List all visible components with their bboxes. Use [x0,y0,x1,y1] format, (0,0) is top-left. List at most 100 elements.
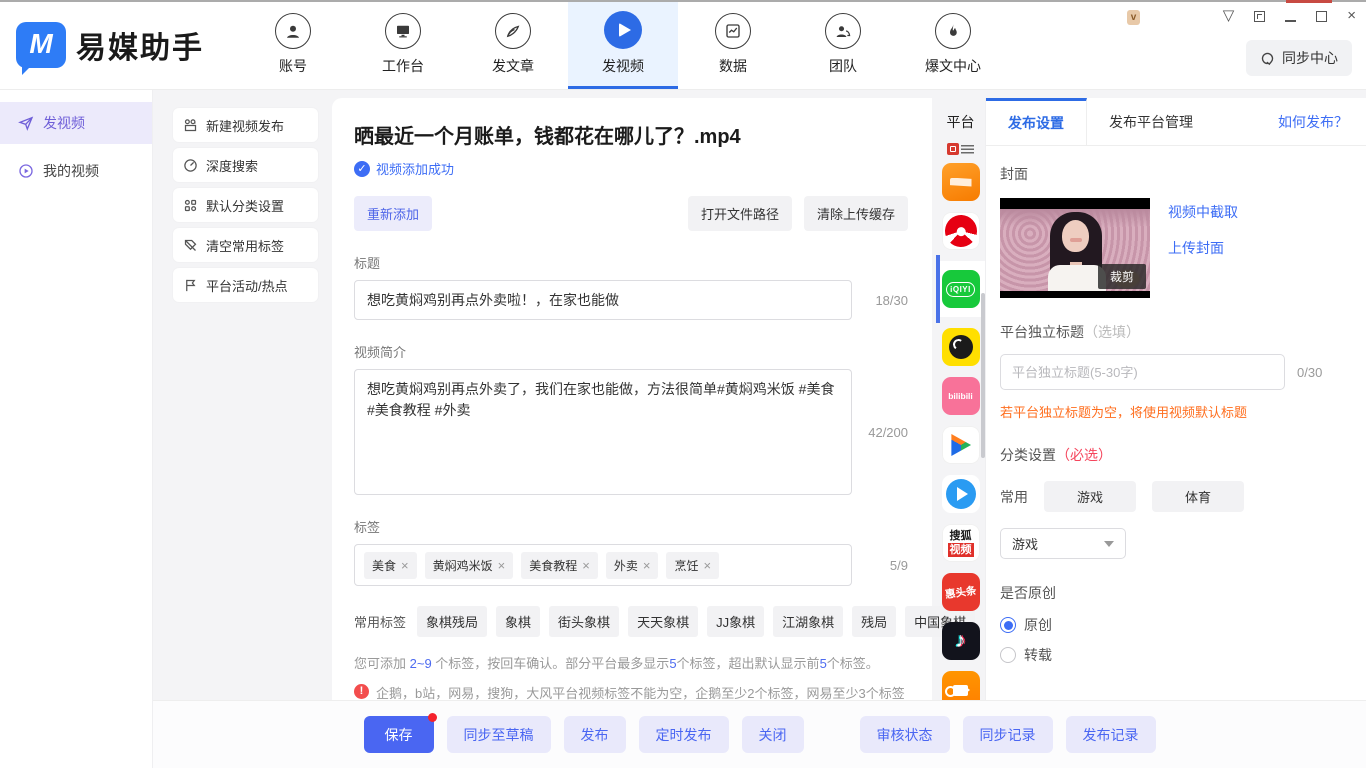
sync-center-button[interactable]: 同步中心 [1246,40,1352,76]
nav-item-team[interactable]: 团队 [788,0,898,89]
tool-clear-common-tags[interactable]: 清空常用标签 [173,228,318,262]
platform-icon-mini[interactable] [946,143,976,155]
chevron-down-icon [1104,541,1114,547]
tag-chip: 美食教程 [521,552,598,579]
popout-icon[interactable] [1254,11,1265,22]
sync-to-draft-button[interactable]: 同步至草稿 [447,716,551,753]
platform-icon-douyin[interactable]: ♪ [942,622,980,660]
cover-thumbnail[interactable]: 裁剪 [1000,198,1150,298]
platform-icon-iqiyi-selected[interactable]: iQIYI [936,261,985,317]
common-tag[interactable]: 残局 [852,606,896,637]
independent-title-counter: 0/30 [1297,365,1322,380]
independent-title-label: 平台独立标题（选填） [1000,322,1346,342]
nav-item-publish-article[interactable]: 发文章 [458,0,568,89]
platform-icon-sohu-video[interactable]: 搜狐视频 [942,524,980,562]
title-input[interactable] [354,280,852,320]
nav-item-workbench[interactable]: 工作台 [348,0,458,89]
nav-item-publish-video[interactable]: 发视频 [568,0,678,89]
play-circle-icon [18,163,34,179]
open-file-path-button[interactable]: 打开文件路径 [688,196,792,231]
tab-publish-settings[interactable]: 发布设置 [986,98,1087,145]
tag-chip: 美食 [364,552,417,579]
menu-filter-icon[interactable]: ▽ [1223,8,1235,24]
independent-title-input[interactable] [1000,354,1285,390]
how-to-publish-link[interactable]: 如何发布？ [1278,112,1366,132]
sidebar-item-my-videos[interactable]: 我的视频 [0,150,152,192]
minimize-icon[interactable] [1285,20,1296,22]
common-tag[interactable]: JJ象棋 [707,606,764,637]
radio-original-control[interactable] [1000,617,1016,633]
window-border [0,0,1366,2]
remove-tag-icon[interactable] [582,558,590,573]
save-button[interactable]: 保存 [364,716,434,753]
common-tag[interactable]: 江湖象棋 [773,606,843,637]
maximize-icon[interactable] [1316,11,1327,22]
remove-tag-icon[interactable] [401,558,409,573]
tags-counter: 5/9 [852,558,908,573]
radio-repost-control[interactable] [1000,647,1016,663]
remove-tag-icon[interactable] [703,558,711,573]
tags-input-box[interactable]: 美食 黄焖鸡米饭 美食教程 外卖 烹饪 [354,544,852,586]
tool-default-category[interactable]: 默认分类设置 [173,188,318,222]
common-tag[interactable]: 街头象棋 [549,606,619,637]
category-game-button[interactable]: 游戏 [1044,481,1136,512]
publish-button[interactable]: 发布 [564,716,626,753]
category-select[interactable]: 游戏 [1000,528,1126,559]
nav-item-hot-center[interactable]: 爆文中心 [898,0,1008,89]
tag-chip: 烹饪 [666,552,719,579]
capture-from-video-link[interactable]: 视频中截取 [1168,202,1238,222]
window-red-strip [1286,0,1332,3]
tab-platform-manage[interactable]: 发布平台管理 [1087,98,1215,145]
platform-icon-camera-app[interactable] [942,328,980,366]
window-controls: ▽ × [1223,8,1356,24]
tag-chip: 外卖 [606,552,659,579]
platform-icon-tencent-video[interactable] [942,426,980,464]
tool-new-video-publish[interactable]: 新建视频发布 [173,108,318,142]
schedule-publish-button[interactable]: 定时发布 [639,716,729,753]
video-filename: 晒最近一个月账单，钱都花在哪儿了？.mp4 [354,120,908,149]
desc-textarea[interactable]: 想吃黄焖鸡别再点外卖了，我们在家也能做，方法很简单#黄焖鸡米饭 #美食 #美食教… [354,369,852,495]
cover-label: 封面 [1000,164,1346,184]
common-tag[interactable]: 象棋残局 [417,606,487,637]
tools-panel: 新建视频发布 深度搜索 默认分类设置 清空常用标签 平台活动/热点 [153,90,332,700]
category-sports-button[interactable]: 体育 [1152,481,1244,512]
paper-plane-icon [18,115,34,131]
top-nav: 账号 工作台 发文章 发视频 数据 团队 [238,0,1008,89]
readd-video-button[interactable]: 重新添加 [354,196,432,231]
article-pen-icon [495,13,531,49]
tool-deep-search[interactable]: 深度搜索 [173,148,318,182]
nav-item-data[interactable]: 数据 [678,0,788,89]
platform-icon-huitoutiao[interactable]: 惠头条 [942,573,980,611]
close-button[interactable]: 关闭 [742,716,804,753]
crop-button[interactable]: 裁剪 [1098,264,1146,289]
nav-item-account[interactable]: 账号 [238,0,348,89]
tags-warning: ! 企鹅，b站，网易，搜狗，大风平台视频标签不能为空，企鹅至少2个标签，网易至少… [354,683,908,702]
publish-log-button[interactable]: 发布记录 [1066,716,1156,753]
sync-log-button[interactable]: 同步记录 [963,716,1053,753]
platform-rail-scrollbar[interactable] [981,293,985,458]
upload-cover-link[interactable]: 上传封面 [1168,238,1238,258]
app-logo [16,22,66,68]
platform-icon-bilibili[interactable]: bilibili [942,377,980,415]
radio-repost[interactable]: 转载 [1000,645,1346,665]
data-chart-icon [715,13,751,49]
platform-icon-qutoutiao[interactable] [942,163,980,201]
platform-icon-ifeng[interactable] [942,212,980,250]
sidebar-item-publish-video[interactable]: 发视频 [0,102,152,144]
common-tag[interactable]: 天天象棋 [628,606,698,637]
review-status-button[interactable]: 审核状态 [860,716,950,753]
platform-icon-haokan-video[interactable] [942,475,980,513]
platform-icon-kuaishou[interactable] [942,671,980,700]
success-check-icon: ✓ [354,161,370,177]
clear-upload-cache-button[interactable]: 清除上传缓存 [804,196,908,231]
remove-tag-icon[interactable] [498,558,506,573]
remove-tag-icon[interactable] [643,558,651,573]
tray-plugin-icon[interactable]: v [1127,10,1140,25]
radio-original[interactable]: 原创 [1000,615,1346,635]
flame-icon [935,13,971,49]
tool-platform-activities[interactable]: 平台活动/热点 [173,268,318,302]
platform-rail-label: 平台 [947,112,975,132]
close-icon[interactable]: × [1347,8,1356,24]
new-video-icon [183,118,198,133]
common-tag[interactable]: 象棋 [496,606,540,637]
